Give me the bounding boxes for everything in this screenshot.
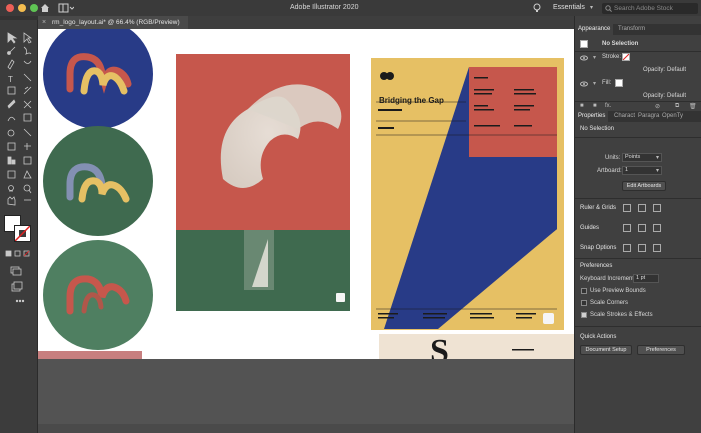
- home-icon[interactable]: [40, 3, 50, 13]
- fill-swatch-panel[interactable]: [615, 79, 623, 87]
- poster-title: Bridging the Gap: [379, 96, 444, 105]
- tab-opentype[interactable]: OpenTy: [659, 111, 686, 122]
- keyboard-increment-input[interactable]: 1 pt: [633, 274, 659, 283]
- snap-to-grid-icon[interactable]: [623, 244, 631, 252]
- snap-to-pixel-icon[interactable]: [653, 244, 661, 252]
- arrange-documents-icon[interactable]: [58, 3, 74, 13]
- preferences-button[interactable]: Preferences: [637, 345, 685, 355]
- new-stroke-icon[interactable]: ■: [580, 103, 584, 109]
- use-preview-bounds-checkbox[interactable]: [581, 288, 587, 294]
- appearance-thumb: [580, 40, 588, 48]
- svg-text:S: S: [430, 333, 449, 359]
- show-guides-icon[interactable]: [623, 224, 631, 232]
- chevron-down-icon[interactable]: ▾: [590, 4, 593, 11]
- fill-opacity-value: Default: [667, 93, 687, 99]
- scale-corners-label: Scale Corners: [590, 300, 629, 306]
- visibility-eye-icon[interactable]: [580, 81, 588, 87]
- chevron-down-icon[interactable]: ▾: [656, 167, 659, 174]
- poster-middle: [176, 54, 350, 311]
- guides-label: Guides: [580, 225, 600, 231]
- logo-circle-sage: [43, 240, 153, 350]
- fill-stroke-swatches[interactable]: [4, 215, 34, 245]
- chevron-down-icon[interactable]: ▾: [656, 154, 659, 161]
- fill-chevron-icon[interactable]: ▾: [593, 80, 596, 87]
- artboard-canvas[interactable]: S Bridging the Gap: [38, 29, 574, 359]
- duplicate-item-icon[interactable]: ⧉: [675, 103, 679, 110]
- snap-options-label: Snap Options: [580, 245, 617, 251]
- horizontal-scrollbar[interactable]: [38, 424, 574, 433]
- trash-icon[interactable]: 🗑: [689, 103, 697, 110]
- properties-selection: No Selection: [580, 126, 615, 132]
- new-fill-icon[interactable]: ■: [593, 103, 597, 109]
- tools-panel: T: [0, 16, 38, 433]
- stroke-chevron-icon[interactable]: ▾: [593, 54, 596, 61]
- draw-mode-icons[interactable]: [4, 249, 34, 309]
- smart-guides-icon[interactable]: [653, 224, 661, 232]
- stroke-label: Stroke:: [602, 54, 622, 60]
- right-panel-dock: Appearance Transform No Selection ▾ Stro…: [574, 16, 701, 433]
- document-tab-bar: × rm_logo_layout.ai* @ 66.4% (RGB/Previe…: [38, 16, 574, 29]
- zoom-window-button[interactable]: [30, 4, 38, 12]
- window-controls: [6, 4, 38, 12]
- stroke-swatch[interactable]: [14, 225, 31, 242]
- tab-transform[interactable]: Transform: [615, 24, 648, 35]
- visibility-eye-icon[interactable]: [580, 55, 588, 61]
- ruler-grids-label: Ruler & Grids: [580, 205, 617, 211]
- workspace-switcher[interactable]: Essentials: [553, 4, 585, 11]
- document-tab-label: rm_logo_layout.ai* @ 66.4% (RGB/Preview): [52, 19, 180, 26]
- edit-artboards-button[interactable]: Edit Artboards: [622, 181, 666, 191]
- tab-properties[interactable]: Properties: [575, 111, 609, 122]
- keyboard-increment-label: Keyboard Increment:: [580, 276, 636, 282]
- scale-strokes-checkbox[interactable]: [581, 312, 587, 318]
- grid-icon[interactable]: [638, 204, 646, 212]
- search-icon: [605, 5, 612, 12]
- lightbulb-icon[interactable]: [533, 3, 541, 13]
- selection-tool-icon: [7, 32, 18, 44]
- artboard-label: Artboard:: [597, 168, 622, 174]
- tab-character[interactable]: Charact: [611, 111, 638, 122]
- stroke-opacity-value: Default: [667, 67, 687, 73]
- document-setup-button[interactable]: Document Setup: [580, 345, 632, 355]
- quick-actions-label: Quick Actions: [580, 334, 617, 340]
- scale-corners-checkbox[interactable]: [581, 300, 587, 306]
- lock-guides-icon[interactable]: [638, 224, 646, 232]
- scale-strokes-label: Scale Strokes & Effects: [590, 312, 653, 318]
- poster-lower: S: [379, 333, 574, 359]
- stroke-none-swatch[interactable]: [622, 53, 630, 61]
- properties-tabs: Properties Charact Paragra OpenTy: [575, 111, 701, 122]
- preferences-section-label: Preferences: [580, 263, 613, 269]
- direct-selection-tool-icon: [23, 32, 33, 44]
- appearance-selection: No Selection: [602, 41, 639, 47]
- snap-to-point-icon[interactable]: [638, 244, 646, 252]
- artboard-strip: [38, 351, 142, 359]
- pasteboard[interactable]: [38, 359, 574, 433]
- fill-opacity-label[interactable]: Opacity:: [643, 93, 665, 99]
- title-bar: Adobe Illustrator 2020 Essentials ▾ Sear…: [0, 0, 701, 16]
- app-title: Adobe Illustrator 2020: [290, 4, 359, 11]
- appearance-tabs: Appearance Transform: [575, 24, 701, 35]
- close-window-button[interactable]: [6, 4, 14, 12]
- use-preview-bounds-label: Use Preview Bounds: [590, 288, 646, 294]
- fill-label: Fill:: [602, 80, 612, 86]
- stroke-opacity-label[interactable]: Opacity:: [643, 67, 665, 73]
- tab-appearance[interactable]: Appearance: [575, 24, 614, 35]
- rulers-icon[interactable]: [623, 204, 631, 212]
- transparency-grid-icon[interactable]: [653, 204, 661, 212]
- fx-button[interactable]: fx.: [605, 103, 611, 109]
- close-tab-icon[interactable]: ×: [42, 16, 46, 29]
- stock-search-input[interactable]: Search Adobe Stock: [602, 3, 698, 14]
- svg-text:T: T: [8, 75, 13, 84]
- logo-circle-green: [43, 126, 153, 236]
- clear-appearance-icon[interactable]: ⊘: [655, 103, 660, 110]
- document-tab[interactable]: × rm_logo_layout.ai* @ 66.4% (RGB/Previe…: [38, 16, 188, 29]
- logo-circle-navy: [43, 29, 153, 129]
- units-label: Units:: [605, 155, 621, 161]
- artwork: S: [38, 29, 574, 359]
- minimize-window-button[interactable]: [18, 4, 26, 12]
